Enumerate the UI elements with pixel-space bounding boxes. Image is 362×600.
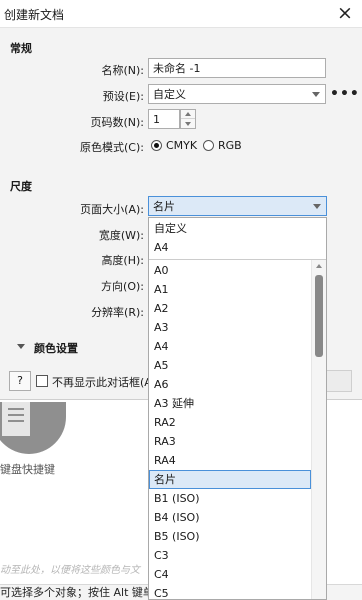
pages-label: 页码数(N): [90,116,144,129]
pages-stepper[interactable] [180,109,196,129]
list-item[interactable]: A5 [149,356,311,375]
rgb-label: RGB [218,139,242,152]
divider [149,259,326,260]
section-dimensions: 尺度 [10,180,32,193]
preset-select[interactable]: 自定义 [148,84,326,104]
list-item[interactable]: A1 [149,280,311,299]
stepper-up-icon[interactable] [181,110,195,119]
list-item[interactable]: A6 [149,375,311,394]
preset-label: 预设(E): [102,90,144,103]
list-item[interactable]: RA2 [149,413,311,432]
list-item[interactable]: B5 (ISO) [149,527,311,546]
cmyk-label: CMYK [166,139,198,152]
height-label: 高度(H): [101,254,144,267]
list-item[interactable]: A4 [149,337,311,356]
list-item[interactable]: RA4 [149,451,311,470]
collapse-triangle-icon[interactable] [17,344,25,349]
page-size-value: 名片 [153,200,175,213]
close-icon[interactable]: × [334,2,356,24]
preset-value: 自定义 [153,88,186,101]
list-item[interactable]: RA3 [149,432,311,451]
orientation-label: 方向(O): [101,280,144,293]
keyboard-shortcuts-label: 键盘快捷键 [0,463,55,476]
width-label: 宽度(W): [98,229,144,242]
list-item[interactable]: A2 [149,299,311,318]
list-item[interactable]: 自定义 [149,219,311,238]
stepper-down-icon[interactable] [181,119,195,128]
name-label: 名称(N): [101,64,144,77]
list-item[interactable]: A3 延伸 [149,394,311,413]
section-color-settings[interactable]: 颜色设置 [34,340,78,356]
color-palette-hint: 动至此处，以便将这些颜色与文 [0,565,140,576]
help-button[interactable]: ? [9,371,31,391]
scroll-up-icon[interactable] [316,264,322,268]
list-item-selected[interactable]: 名片 [149,470,311,489]
page-size-dropdown-list: 自定义 A4 A0 A1 A2 A3 A4 A5 A6 A3 延伸 RA2 RA… [148,217,327,600]
list-item[interactable]: A3 [149,318,311,337]
list-item[interactable]: C4 [149,565,311,584]
page-size-select[interactable]: 名片 [148,196,327,216]
more-options-icon[interactable]: ••• [330,86,360,102]
name-input[interactable]: 未命名 -1 [148,58,326,78]
dont-show-label: 不再显示此对话框(A [52,376,152,389]
list-item[interactable]: A4 [149,238,311,257]
list-item[interactable]: B4 (ISO) [149,508,311,527]
list-item[interactable]: A0 [149,261,311,280]
page-size-label: 页面大小(A): [80,203,144,216]
dont-show-checkbox[interactable] [36,375,48,387]
dropdown-scrollbar[interactable] [311,260,326,599]
dialog-titlebar: 创建新文档 × [0,0,362,28]
scroll-thumb[interactable] [315,275,323,357]
resolution-label: 分辨率(R): [91,306,144,319]
dialog-title: 创建新文档 [4,8,65,22]
section-general: 常规 [10,42,32,55]
cmyk-radio[interactable] [151,140,162,151]
rgb-radio[interactable] [203,140,214,151]
list-item[interactable]: C3 [149,546,311,565]
chevron-down-icon [312,92,320,97]
pages-input[interactable]: 1 [148,109,180,129]
list-item[interactable]: B1 (ISO) [149,489,311,508]
list-item[interactable]: C5 [149,584,311,599]
color-mode-label: 原色模式(C): [80,141,144,154]
chevron-down-icon [313,204,321,209]
